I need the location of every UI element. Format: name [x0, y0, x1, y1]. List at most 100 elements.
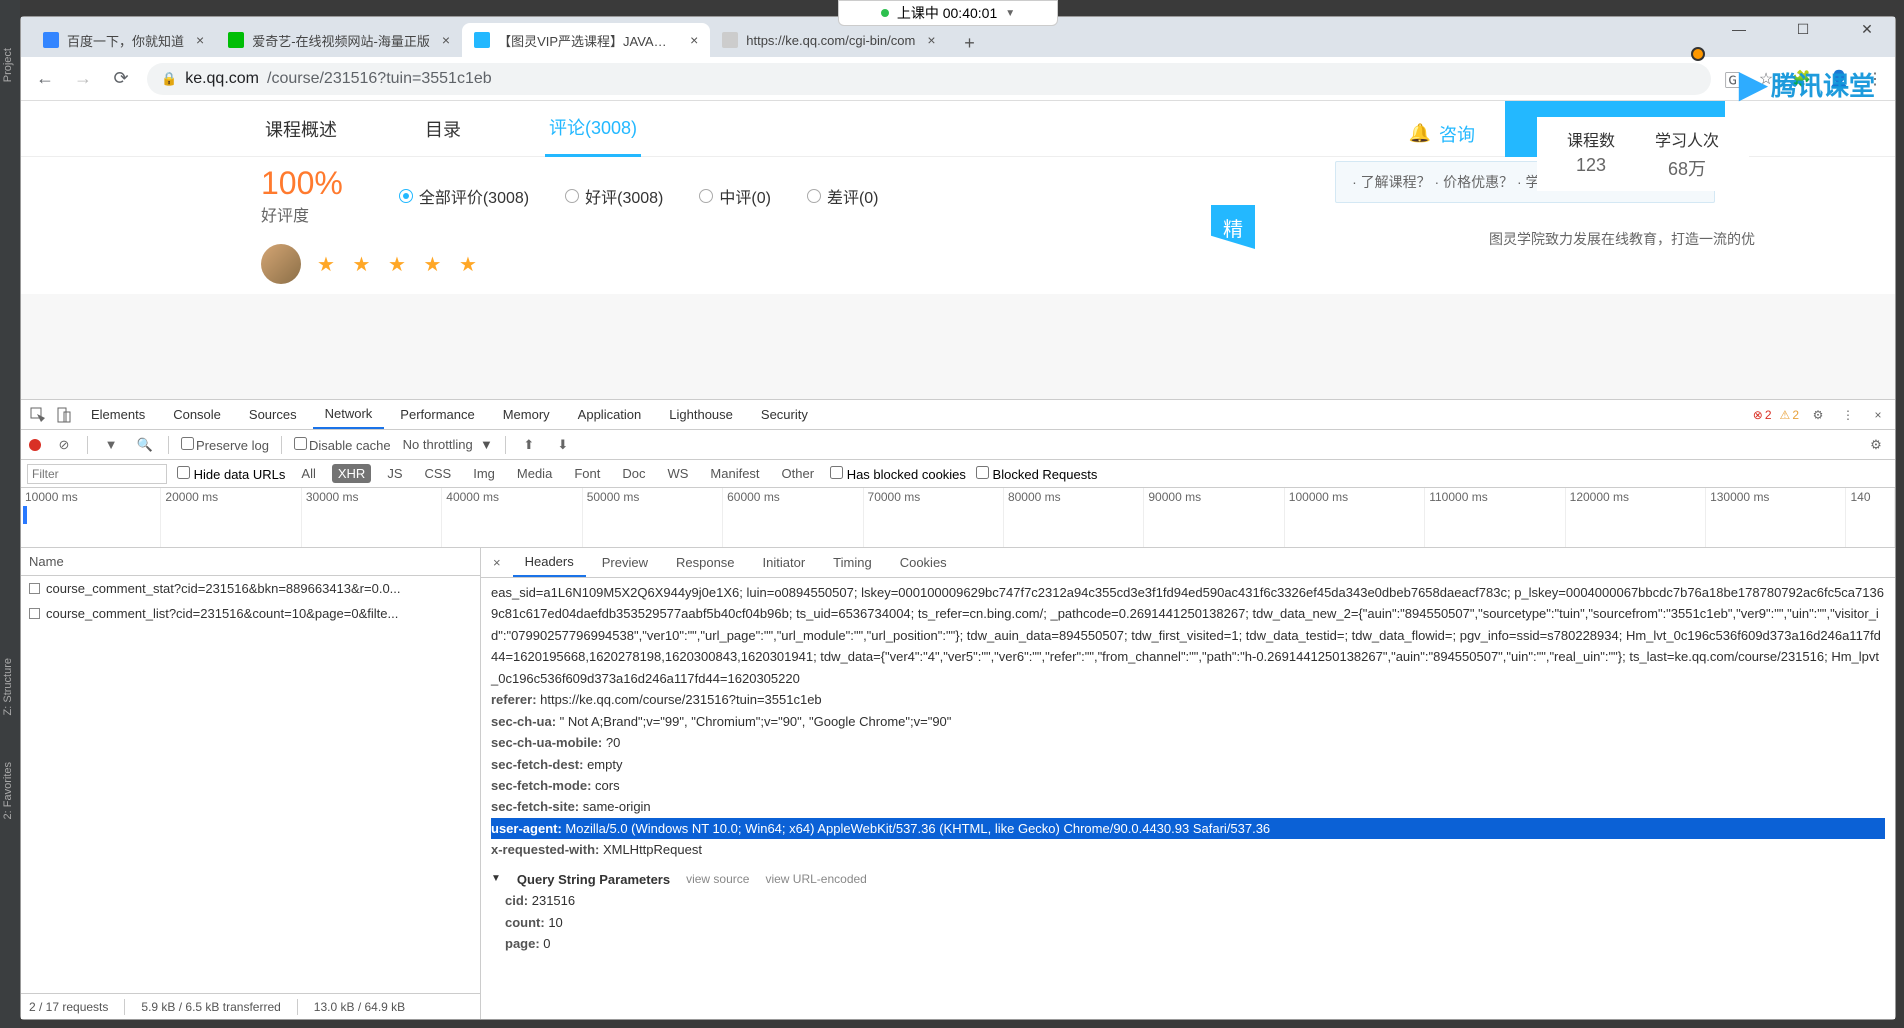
download-icon[interactable]: ⬇: [552, 434, 574, 456]
consult-button[interactable]: 🔔 咨询: [1379, 103, 1505, 165]
close-button[interactable]: ✕: [1847, 21, 1887, 38]
tab-close-icon[interactable]: ×: [927, 32, 935, 48]
browser-tab[interactable]: 爱奇艺-在线视频网站-海量正版 ×: [216, 23, 462, 57]
detail-tab-response[interactable]: Response: [664, 549, 747, 576]
detail-tab-initiator[interactable]: Initiator: [751, 549, 818, 576]
view-url-encoded-link[interactable]: view URL-encoded: [765, 870, 866, 890]
forward-button[interactable]: →: [71, 67, 95, 91]
upload-icon[interactable]: ⬆: [518, 434, 540, 456]
maximize-button[interactable]: ☐: [1783, 21, 1823, 38]
filter-type-font[interactable]: Font: [568, 464, 606, 483]
filter-all[interactable]: 全部评价(3008): [399, 184, 529, 208]
disable-cache-checkbox[interactable]: Disable cache: [294, 437, 391, 453]
detail-tab-timing[interactable]: Timing: [821, 549, 884, 576]
throttling-select[interactable]: No throttling ▼: [403, 437, 493, 452]
network-timeline[interactable]: 10000 ms 20000 ms 30000 ms 40000 ms 5000…: [21, 488, 1895, 548]
minimize-button[interactable]: —: [1719, 21, 1759, 38]
network-settings-icon[interactable]: ⚙: [1865, 434, 1887, 456]
reload-button[interactable]: ⟳: [109, 67, 133, 91]
tab-performance[interactable]: Performance: [388, 401, 486, 428]
header-row[interactable]: user-agent: Mozilla/5.0 (Windows NT 10.0…: [491, 818, 1885, 839]
nav-catalog[interactable]: 目录: [421, 102, 465, 156]
settings-icon[interactable]: ⚙: [1807, 404, 1829, 426]
record-button[interactable]: [29, 439, 41, 451]
tab-lighthouse[interactable]: Lighthouse: [657, 401, 745, 428]
filter-bad[interactable]: 差评(0): [807, 184, 879, 208]
tab-console[interactable]: Console: [161, 401, 233, 428]
filter-type-manifest[interactable]: Manifest: [704, 464, 765, 483]
search-icon[interactable]: 🔍: [134, 434, 156, 456]
headers-content[interactable]: eas_sid=a1L6N109M5X2Q6X944y9j0e1X6; luin…: [481, 578, 1895, 1019]
header-row[interactable]: referer: https://ke.qq.com/course/231516…: [491, 689, 1885, 710]
ide-structure-tab[interactable]: Z: Structure: [0, 650, 16, 723]
clear-icon[interactable]: ⊘: [53, 434, 75, 456]
detail-tab-headers[interactable]: Headers: [513, 548, 586, 577]
device-icon[interactable]: [53, 404, 75, 426]
back-button[interactable]: ←: [33, 67, 57, 91]
warning-count[interactable]: ⚠ 2: [1780, 408, 1799, 422]
header-row[interactable]: sec-fetch-dest: empty: [491, 754, 1885, 775]
filter-input[interactable]: [27, 464, 167, 484]
filter-type-img[interactable]: Img: [467, 464, 501, 483]
close-detail-icon[interactable]: ×: [485, 555, 509, 570]
filter-type-css[interactable]: CSS: [418, 464, 457, 483]
request-row[interactable]: course_comment_list?cid=231516&count=10&…: [21, 601, 480, 626]
error-count[interactable]: ⊗ 2: [1753, 408, 1772, 422]
browser-tab[interactable]: 百度一下，你就知道 ×: [31, 23, 216, 57]
browser-tab[interactable]: https://ke.qq.com/cgi-bin/com ×: [710, 23, 947, 57]
tab-application[interactable]: Application: [566, 401, 654, 428]
tab-network[interactable]: Network: [313, 400, 385, 429]
filter-type-xhr[interactable]: XHR: [332, 464, 371, 483]
filter-type-doc[interactable]: Doc: [616, 464, 651, 483]
tab-security[interactable]: Security: [749, 401, 820, 428]
header-row[interactable]: sec-ch-ua-mobile: ?0: [491, 732, 1885, 753]
rating-block: 100% 好评度: [261, 165, 343, 226]
bookmark-icon[interactable]: ☆: [1759, 69, 1773, 89]
header-row[interactable]: sec-fetch-site: same-origin: [491, 796, 1885, 817]
preserve-log-checkbox[interactable]: Preserve log: [181, 437, 269, 453]
timeline-tick: 100000 ms: [1285, 488, 1425, 547]
filter-type-all[interactable]: All: [295, 464, 321, 483]
view-source-link[interactable]: view source: [686, 870, 749, 890]
nav-reviews[interactable]: 评论(3008): [545, 101, 641, 157]
menu-icon[interactable]: ⋮: [1867, 69, 1883, 89]
request-row[interactable]: course_comment_stat?cid=231516&bkn=88966…: [21, 576, 480, 601]
browser-tab-active[interactable]: 【图灵VIP严选课程】JAVA互联 ×: [462, 23, 710, 57]
tab-close-icon[interactable]: ×: [442, 32, 450, 48]
filter-good[interactable]: 好评(3008): [565, 184, 663, 208]
nav-overview[interactable]: 课程概述: [261, 102, 341, 156]
has-blocked-cookies-checkbox[interactable]: Has blocked cookies: [830, 466, 966, 482]
filter-type-media[interactable]: Media: [511, 464, 558, 483]
header-row[interactable]: sec-ch-ua: " Not A;Brand";v="99", "Chrom…: [491, 711, 1885, 732]
tab-sources[interactable]: Sources: [237, 401, 309, 428]
extensions-icon[interactable]: 🧩: [1791, 69, 1811, 89]
filter-type-other[interactable]: Other: [776, 464, 821, 483]
header-row[interactable]: sec-fetch-mode: cors: [491, 775, 1885, 796]
tab-memory[interactable]: Memory: [491, 401, 562, 428]
inspect-icon[interactable]: [27, 404, 49, 426]
filter-toggle-icon[interactable]: ▼: [100, 434, 122, 456]
hide-data-urls-checkbox[interactable]: Hide data URLs: [177, 466, 285, 482]
filter-type-ws[interactable]: WS: [661, 464, 694, 483]
new-tab-button[interactable]: +: [956, 29, 984, 57]
detail-tab-preview[interactable]: Preview: [590, 549, 660, 576]
more-icon[interactable]: ⋮: [1837, 404, 1859, 426]
tab-close-icon[interactable]: ×: [196, 32, 204, 48]
header-row[interactable]: x-requested-with: XMLHttpRequest: [491, 839, 1885, 860]
chevron-down-icon[interactable]: ▼: [1005, 8, 1015, 19]
recording-status[interactable]: 上课中 00:40:01 ▼: [838, 0, 1058, 26]
detail-tab-cookies[interactable]: Cookies: [888, 549, 959, 576]
filter-type-js[interactable]: JS: [381, 464, 408, 483]
filter-mid[interactable]: 中评(0): [699, 184, 771, 208]
blocked-requests-checkbox[interactable]: Blocked Requests: [976, 466, 1097, 482]
close-devtools-icon[interactable]: ×: [1867, 404, 1889, 426]
translate-icon[interactable]: 🄶: [1725, 67, 1741, 91]
address-field[interactable]: 🔒 ke.qq.com/course/231516?tuin=3551c1eb: [147, 63, 1711, 95]
profile-icon[interactable]: 👤: [1829, 69, 1849, 89]
ide-favorites-tab[interactable]: 2: Favorites: [0, 754, 16, 827]
tab-elements[interactable]: Elements: [79, 401, 157, 428]
tab-close-icon[interactable]: ×: [690, 32, 698, 48]
devtools-tabs: Elements Console Sources Network Perform…: [21, 400, 1895, 430]
ide-project-tab[interactable]: Project: [0, 40, 16, 90]
query-string-section[interactable]: ▼ Query String Parameters view source vi…: [491, 869, 1885, 890]
